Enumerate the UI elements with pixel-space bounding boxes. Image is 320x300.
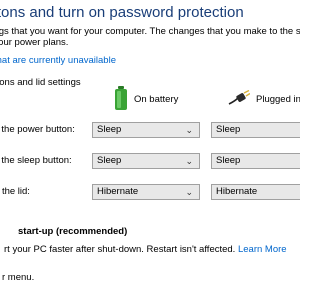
power-button-label: ess the power button: xyxy=(0,124,75,135)
sleep-button-label: ess the sleep button: xyxy=(0,155,72,166)
close-lid-battery-select[interactable]: Hibernate ⌄ xyxy=(92,184,200,200)
sleep-button-plugged-select[interactable]: Sleep xyxy=(211,153,300,169)
sleep-button-battery-select[interactable]: Sleep ⌄ xyxy=(92,153,200,169)
column-on-battery: On battery xyxy=(114,86,178,113)
on-battery-label: On battery xyxy=(134,94,179,105)
power-plug-icon xyxy=(228,89,251,109)
fast-startup-description: rt your PC faster after shut-down. Resta… xyxy=(4,244,287,255)
close-lid-plugged-select[interactable]: Hibernate xyxy=(211,184,300,200)
select-value: Sleep xyxy=(97,124,122,135)
intro-line-2: ll of your power plans. xyxy=(0,37,69,48)
select-value: Hibernate xyxy=(216,186,258,197)
close-lid-label: ose the lid: xyxy=(0,186,30,197)
learn-more-link[interactable]: Learn More xyxy=(238,244,287,255)
chevron-down-icon: ⌄ xyxy=(185,187,193,197)
select-value: Sleep xyxy=(216,155,241,166)
plugged-in-label: Plugged in xyxy=(256,94,300,105)
select-value: Sleep xyxy=(97,155,122,166)
power-button-battery-select[interactable]: Sleep ⌄ xyxy=(92,122,200,138)
chevron-down-icon: ⌄ xyxy=(185,125,193,135)
select-value: Hibernate xyxy=(97,186,139,197)
select-value: Sleep xyxy=(216,124,241,135)
fast-startup-text: rt your PC faster after shut-down. Resta… xyxy=(4,244,236,255)
page-title: buttons and turn on password protection xyxy=(0,4,244,21)
power-button-plugged-select[interactable]: Sleep xyxy=(211,122,300,138)
power-menu-text: r menu. xyxy=(2,272,35,283)
power-options-page: buttons and turn on password protection … xyxy=(0,0,300,300)
intro-text: settings that you want for your computer… xyxy=(0,26,300,48)
chevron-down-icon: ⌄ xyxy=(185,156,193,166)
intro-line-1: settings that you want for your computer… xyxy=(0,26,300,37)
section-heading: ttons and lid settings xyxy=(0,77,81,88)
column-plugged-in: Plugged in xyxy=(228,89,300,109)
fast-startup-heading: start-up (recommended) xyxy=(18,226,128,237)
change-unavailable-settings-link[interactable]: that are currently unavailable xyxy=(0,55,116,66)
battery-icon xyxy=(114,86,128,113)
